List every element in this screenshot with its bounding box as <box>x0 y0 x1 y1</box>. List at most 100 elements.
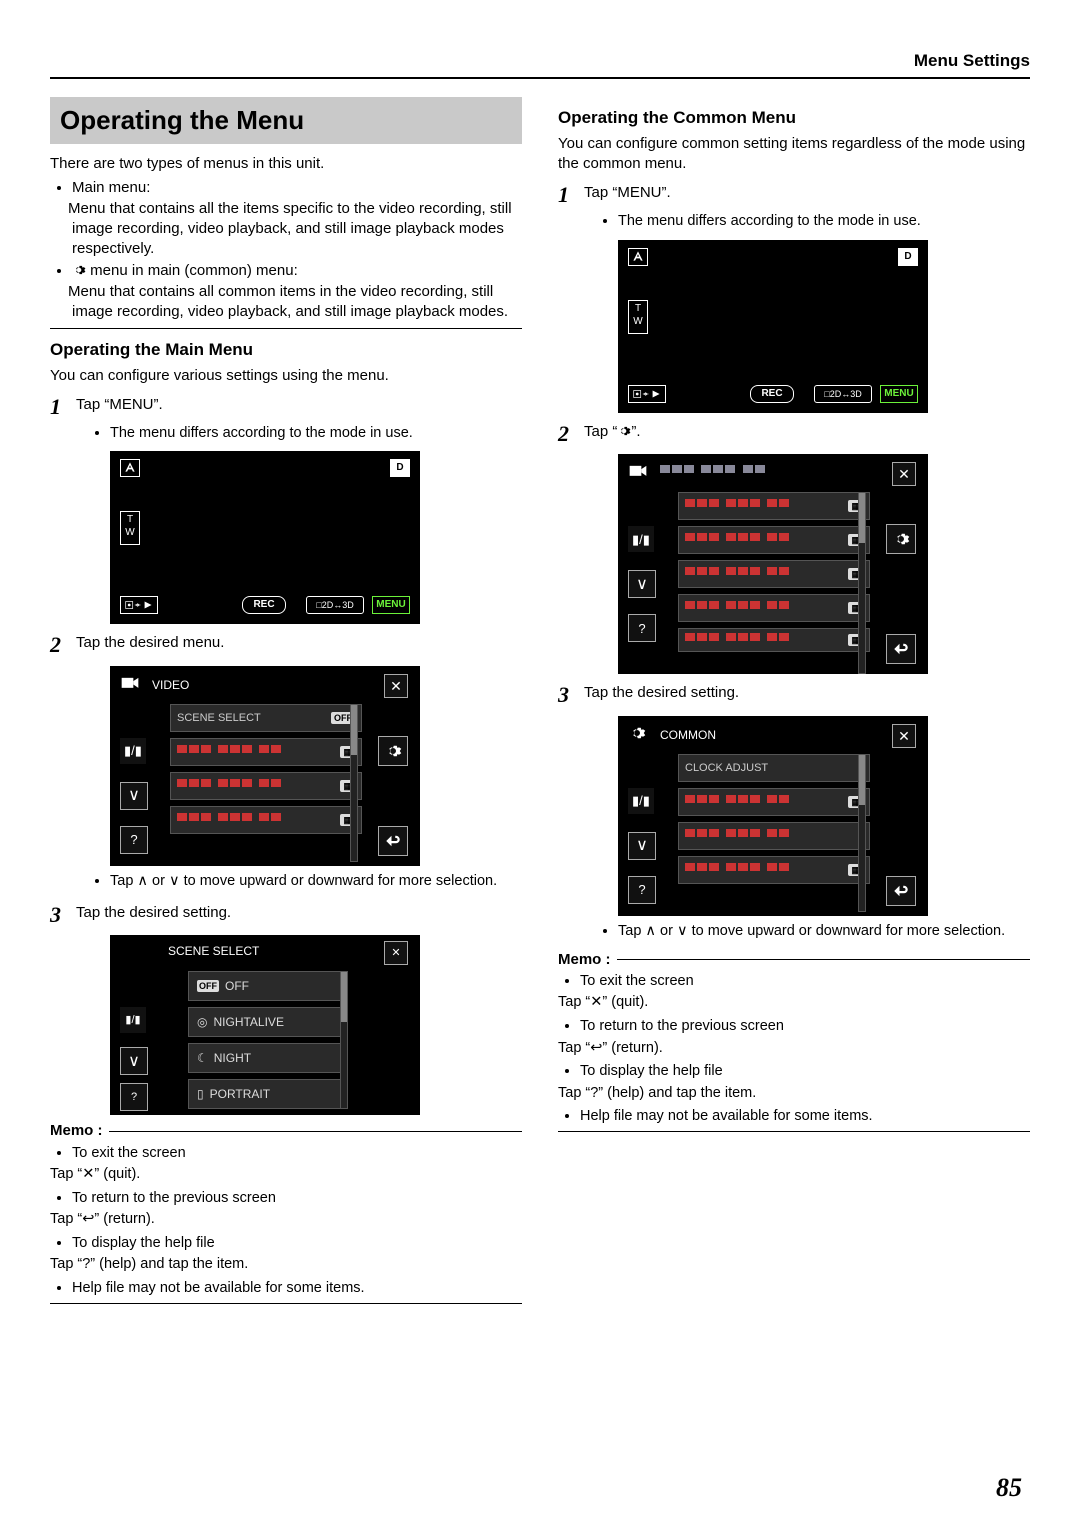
menu-row: ▦ <box>678 526 870 554</box>
menu-row: ▦ <box>170 738 362 766</box>
step-3: 3 Tap the desired setting. <box>50 900 522 930</box>
common-menu-figure: COMMON ✕ CLOCK ADJUST ▦ ▦ ▮/▮ ∨ ? <box>618 716 928 916</box>
step-note: The menu differs according to the mode i… <box>92 424 522 444</box>
scrollbar <box>858 754 866 912</box>
right-column: Operating the Common Menu You can config… <box>558 97 1030 1304</box>
memo-text: Tap “↩” (return). <box>50 1210 522 1230</box>
memo-text: Tap “✕” (quit). <box>558 993 1030 1013</box>
option-row: ◎ NIGHTALIVE <box>188 1007 346 1037</box>
memo-list: Help file may not be available for some … <box>558 1107 1030 1127</box>
sub-intro: You can configure various settings using… <box>50 366 522 386</box>
portrait-icon: ▯ <box>197 1086 204 1102</box>
list-item: To exit the screen <box>72 1144 522 1164</box>
option-label: OFF <box>225 978 249 994</box>
down-arrow-icon: ∨ <box>628 832 656 860</box>
scene-select-figure: SCENE SELECT ✕ OFFOFF ◎NIGHTALIVE ☾NIGHT… <box>110 935 420 1115</box>
scrollbar <box>340 971 348 1109</box>
step-number: 3 <box>558 680 584 710</box>
sub-intro: You can configure common setting items r… <box>558 134 1030 175</box>
step-1: 1 Tap “MENU”. <box>558 180 1030 210</box>
step-2: 2 Tap “”. <box>558 419 1030 449</box>
close-icon: ✕ <box>892 462 916 486</box>
help-icon: ? <box>628 876 656 904</box>
left-column: Operating the Menu There are two types o… <box>50 97 522 1304</box>
memo-list: To exit the screen <box>50 1144 522 1164</box>
bullet-text: Menu that contains all common items in t… <box>68 283 508 320</box>
list-item: To return to the previous screen <box>580 1017 1030 1037</box>
step-text: Tap “MENU”. <box>76 392 163 415</box>
night-icon: ☾ <box>197 1050 208 1066</box>
return-icon <box>886 876 916 906</box>
step-text: Tap the desired setting. <box>584 680 739 703</box>
sub-heading: Operating the Main Menu <box>50 339 522 362</box>
step-text: Tap the desired setting. <box>76 900 231 923</box>
step-note: Tap ∧ or ∨ to move upward or downward fo… <box>600 922 1030 942</box>
memo-text: Tap “?” (help) and tap the item. <box>558 1084 1030 1104</box>
manual-page: Menu Settings Operating the Menu There a… <box>0 0 1080 1527</box>
page-title: Operating the Menu <box>50 97 522 144</box>
step-note: The menu differs according to the mode i… <box>600 212 1030 232</box>
memo-rule <box>617 959 1031 960</box>
zoom-t-label: T <box>127 514 133 525</box>
mode-2d3d-button: □2D↔3D <box>306 596 364 614</box>
menu-row: CLOCK ADJUST <box>678 754 870 782</box>
list-item: To display the help file <box>580 1062 1030 1082</box>
list-item: The menu differs according to the mode i… <box>618 212 1030 232</box>
step-3: 3 Tap the desired setting. <box>558 680 1030 710</box>
list-item: menu in main (common) menu: Menu that co… <box>72 261 522 322</box>
option-label: NIGHTALIVE <box>213 1014 283 1030</box>
playback-mode-icon <box>120 596 158 614</box>
help-icon: ? <box>120 1083 148 1111</box>
d-icon: D <box>898 248 918 266</box>
play-pause-icon: ▮/▮ <box>120 738 146 764</box>
auto-mode-icon <box>628 248 648 266</box>
step-2: 2 Tap the desired menu. <box>50 630 522 660</box>
gear-icon <box>628 724 646 748</box>
menu-title: COMMON <box>660 724 716 746</box>
step-1: 1 Tap “MENU”. <box>50 392 522 422</box>
divider <box>50 1303 522 1304</box>
memo-list: To display the help file <box>558 1062 1030 1082</box>
list-item: Tap ∧ or ∨ to move upward or downward fo… <box>110 872 522 892</box>
divider <box>50 328 522 329</box>
rec-button: REC <box>242 596 286 614</box>
list-item: To exit the screen <box>580 972 1030 992</box>
down-arrow-icon: ∨ <box>120 1047 148 1075</box>
step-number: 1 <box>50 392 76 422</box>
memo-list: To return to the previous screen <box>558 1017 1030 1037</box>
list-item: To return to the previous screen <box>72 1189 522 1209</box>
scrollbar <box>350 704 358 862</box>
option-row: ☾NIGHT <box>188 1043 346 1073</box>
nightalive-icon: ◎ <box>197 1014 207 1030</box>
bullet-label: menu in main (common) menu: <box>86 262 298 279</box>
bullet-label: Main menu: <box>72 179 150 196</box>
video-icon <box>628 462 648 484</box>
play-pause-icon: ▮/▮ <box>628 788 654 814</box>
close-icon: ✕ <box>384 941 408 965</box>
menu-row: ▦ <box>678 594 870 622</box>
gear-icon <box>378 736 408 766</box>
auto-mode-icon <box>120 459 140 477</box>
zoom-t-label: T <box>635 303 641 314</box>
menu-row: ▦ <box>170 772 362 800</box>
memo-text: Tap “↩” (return). <box>558 1039 1030 1059</box>
option-row: ▯PORTRAIT <box>188 1079 346 1109</box>
off-badge: OFF <box>197 980 219 992</box>
menu-row: SCENE SELECT OFF <box>170 704 362 732</box>
memo-rule <box>109 1131 523 1132</box>
menu-row: ▦ <box>678 560 870 588</box>
return-icon <box>886 634 916 664</box>
rec-button: REC <box>750 385 794 403</box>
intro-text: There are two types of menus in this uni… <box>50 154 522 174</box>
text: ”. <box>631 423 640 440</box>
menu-title-text: VIDEO <box>152 677 189 693</box>
zoom-tw-icon: TW <box>628 300 648 334</box>
scrollbar <box>858 492 866 674</box>
two-column-layout: Operating the Menu There are two types o… <box>50 97 1030 1304</box>
camera-screen-figure: D TW REC □2D↔3D MENU <box>110 451 420 624</box>
step-number: 2 <box>558 419 584 449</box>
sub-heading: Operating the Common Menu <box>558 107 1030 130</box>
playback-mode-icon <box>628 385 666 403</box>
menu-item-label: SCENE SELECT <box>177 711 261 726</box>
step-number: 1 <box>558 180 584 210</box>
